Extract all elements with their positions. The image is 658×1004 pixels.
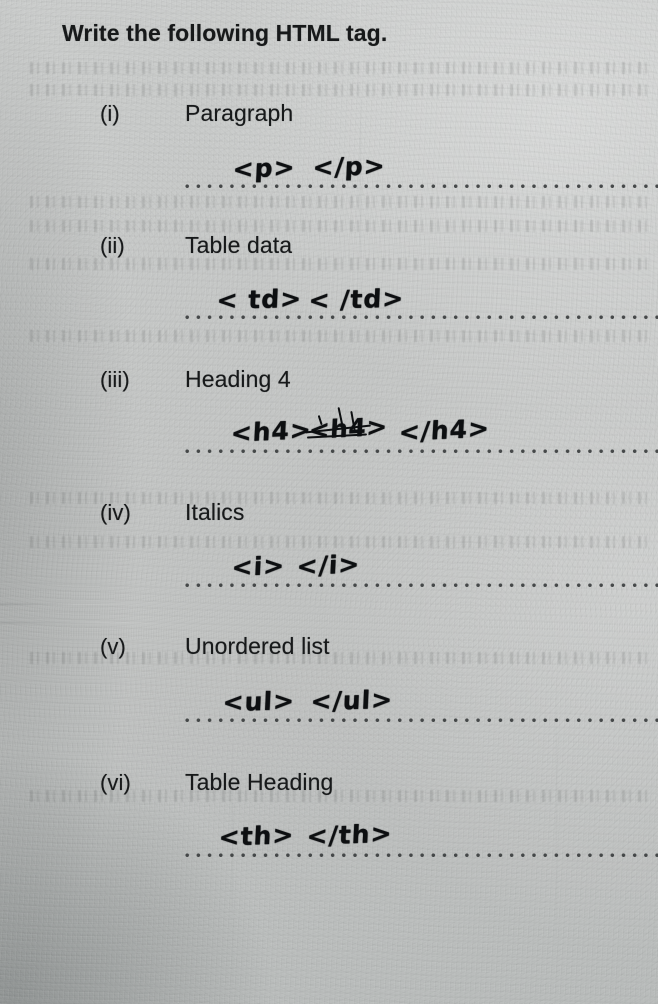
bleed-through-row: [30, 258, 648, 270]
handwritten-answer-close: </i>: [296, 549, 361, 581]
handwritten-answer-open: <th>: [218, 820, 296, 852]
question-numeral: (iii): [100, 367, 130, 392]
question-numeral: (iv): [100, 500, 131, 525]
handwritten-answer-open: <ul>: [222, 686, 296, 717]
answer-line[interactable]: [185, 583, 658, 588]
handwritten-answer-open: <h4>: [230, 414, 313, 448]
answer-line[interactable]: [185, 853, 658, 858]
bleed-through-row: [30, 220, 648, 232]
paper-crease: [0, 604, 150, 605]
bleed-through-row: [30, 330, 648, 342]
handwritten-answer-open: <i>: [231, 550, 286, 582]
question-numeral: (vi): [100, 770, 131, 795]
bleed-through-row: [30, 84, 648, 96]
handwritten-struck-out-text: <h4>: [308, 411, 389, 445]
handwritten-answer-open: < td>: [216, 283, 303, 315]
question-label: Paragraph: [185, 100, 294, 126]
answer-line[interactable]: [185, 184, 658, 189]
answer-line[interactable]: [185, 315, 658, 320]
bleed-through-row: [30, 62, 648, 74]
question-label: Unordered list: [185, 633, 330, 659]
bleed-through-row: [30, 196, 648, 208]
handwritten-answer-close: </h4>: [398, 413, 491, 447]
question-label: Table Heading: [185, 769, 334, 795]
handwritten-answer-close: < /td>: [308, 283, 405, 315]
paper-crease: [0, 622, 205, 623]
question-label: Italics: [185, 499, 245, 525]
bleed-through-row: [30, 536, 648, 548]
answer-line[interactable]: [185, 718, 658, 723]
question-label: Table data: [185, 232, 293, 258]
handwritten-answer-close: </th>: [306, 818, 394, 851]
question-label: Heading 4: [185, 366, 291, 392]
handwritten-answer-close: </p>: [312, 151, 387, 182]
question-numeral: (ii): [100, 233, 125, 258]
worksheet-page: Write the following HTML tag. (i) Paragr…: [0, 0, 658, 1004]
question-numeral: (i): [100, 101, 120, 126]
handwritten-answer-open: <p>: [232, 152, 297, 184]
answer-line[interactable]: [185, 449, 658, 454]
handwritten-answer-close: </ul>: [310, 684, 394, 716]
question-numeral: (v): [100, 634, 126, 659]
page-title: Write the following HTML tag.: [62, 20, 388, 46]
paper-crease-vertical: [556, 560, 557, 1004]
